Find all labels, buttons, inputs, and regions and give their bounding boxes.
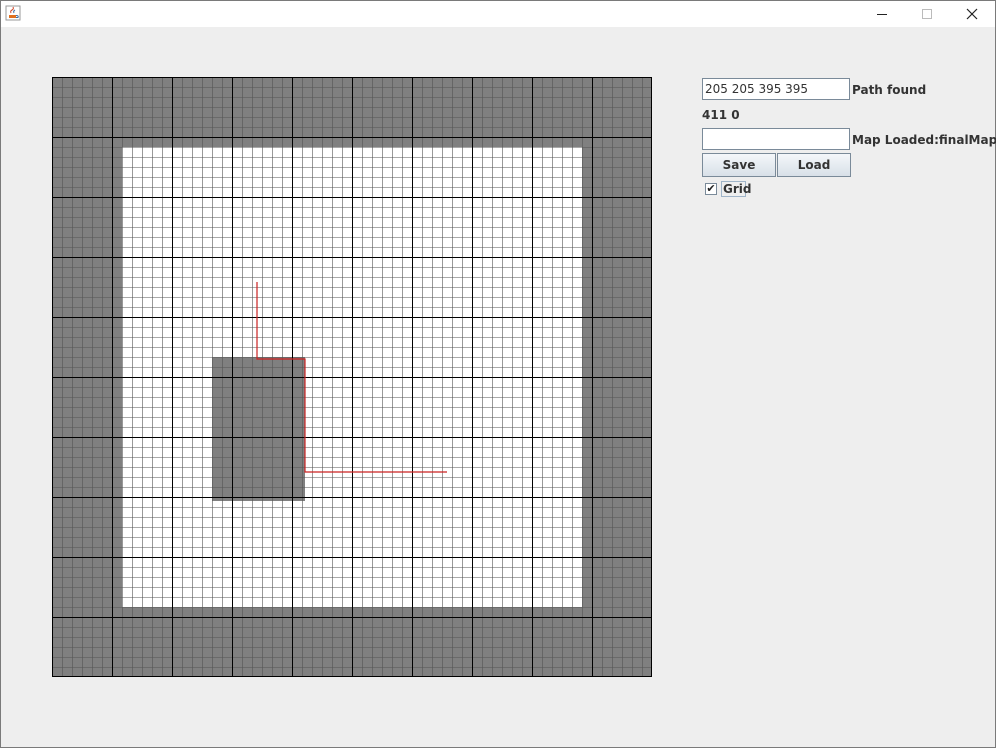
path-status-label: Path found: [852, 83, 927, 97]
obstacle-block: [212, 357, 305, 501]
save-button[interactable]: Save: [702, 153, 776, 177]
close-button[interactable]: [949, 1, 995, 27]
grid-checkbox-label[interactable]: Grid: [721, 181, 751, 197]
maximize-button[interactable]: [904, 1, 950, 27]
maximize-icon: [922, 9, 932, 19]
title-bar: [1, 1, 995, 27]
load-button[interactable]: Load: [777, 153, 851, 177]
map-name-input[interactable]: [702, 128, 850, 150]
map-grid[interactable]: [52, 77, 652, 677]
grid-checkbox[interactable]: ✔: [705, 183, 717, 195]
minimize-icon: [877, 14, 887, 15]
map-loaded-label: Map Loaded:finalMap: [852, 133, 996, 147]
minimize-button[interactable]: [859, 1, 905, 27]
position-readout: 411 0: [702, 108, 740, 122]
java-cup-icon: [5, 5, 21, 21]
app-window: Path found 411 0 Map Loaded:finalMap Sav…: [0, 0, 996, 748]
close-icon: [966, 8, 978, 20]
coordinates-input[interactable]: [702, 78, 850, 100]
map-canvas[interactable]: [52, 77, 652, 677]
